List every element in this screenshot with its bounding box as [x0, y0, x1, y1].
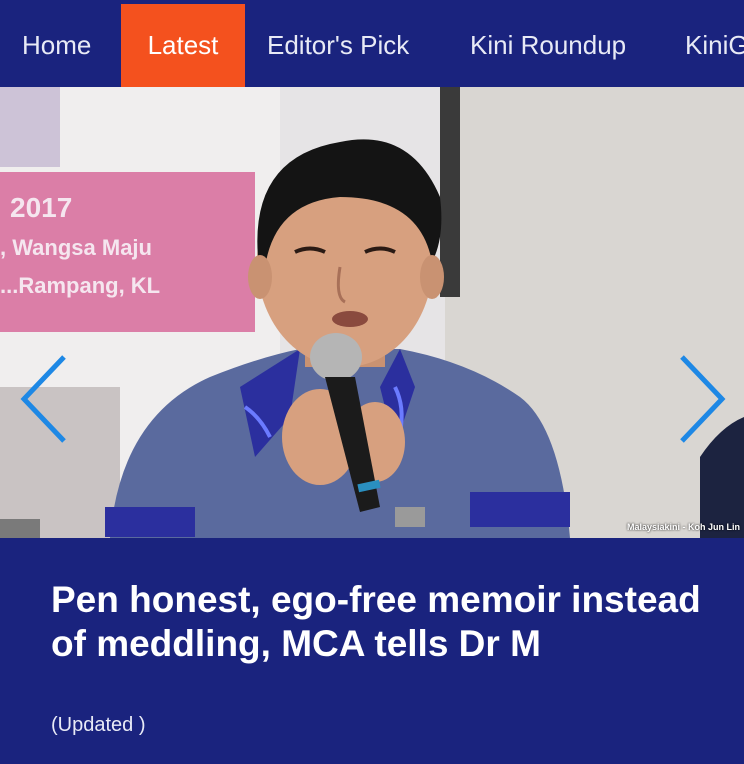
nav-item-editors-pick[interactable]: Editor's Pick — [267, 4, 409, 87]
nav-item-home[interactable]: Home — [22, 4, 91, 87]
banner-text-line2: , Wangsa Maju — [0, 235, 152, 260]
nav-item-kinig[interactable]: KiniG — [685, 4, 744, 87]
article-headline[interactable]: Pen honest, ego-free memoir instead of m… — [51, 578, 711, 666]
carousel-next-button[interactable] — [672, 349, 732, 449]
top-nav-bar: Home Latest Editor's Pick Kini Roundup K… — [0, 0, 744, 87]
hero-photo: 2017 , Wangsa Maju ...Rampang, KL — [0, 87, 744, 538]
article-status: (Updated ) — [51, 714, 146, 736]
chevron-left-icon — [20, 355, 66, 443]
photo-credit: Malaysiakini - Koh Jun Lin — [626, 522, 740, 532]
hero-carousel[interactable]: 2017 , Wangsa Maju ...Rampang, KL Malays… — [0, 87, 744, 538]
carousel-prev-button[interactable] — [14, 349, 74, 449]
article-caption-panel: Pen honest, ego-free memoir instead of m… — [0, 538, 744, 764]
nav-item-latest[interactable]: Latest — [121, 4, 245, 87]
chevron-right-icon — [680, 355, 726, 443]
banner-text-line1: 2017 — [10, 192, 72, 223]
banner-text-line3: ...Rampang, KL — [0, 273, 160, 298]
nav-item-kini-roundup[interactable]: Kini Roundup — [470, 4, 626, 87]
